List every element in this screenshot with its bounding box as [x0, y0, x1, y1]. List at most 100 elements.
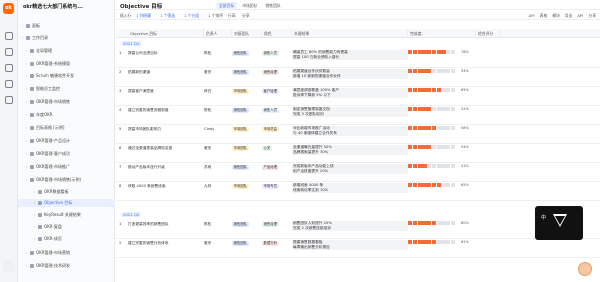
toolbar-item[interactable]: 1 个筛选 — [160, 13, 175, 19]
progress-percent: 58% — [461, 125, 469, 130]
table-row[interactable]: 2 拓展新的渠道 夏安 销售团队 销售经理 拓展渠道合作伙伴数量 新增 10 家新的渠道合作… — [116, 68, 600, 87]
progress-block — [446, 145, 451, 149]
sidebar-item[interactable]: › Scrum 敏捷软件开发 — [18, 72, 115, 80]
column-header[interactable]: 角色 — [262, 29, 292, 38]
video-preview[interactable]: 中 — [535, 206, 583, 240]
sidebar-item[interactable]: › 年度OKR — [18, 111, 115, 119]
toolbar-item[interactable]: 1 个排序 — [208, 13, 223, 19]
table-row[interactable]: 3 提高客户满意度 林白 市场团队 客户经理 满意度调查覆盖 100% 客户 投诉率下降到 … — [116, 87, 600, 106]
key-result-item[interactable]: 投诉率下降到 5% 以下 — [292, 93, 408, 98]
workspace-title[interactable]: okr精选七大部门系统与... — [23, 3, 109, 10]
folder-icon[interactable] — [5, 48, 13, 56]
people-icon[interactable] — [5, 64, 13, 72]
view-tab[interactable]: 销售团队 — [262, 2, 283, 9]
column-header[interactable]: 负责人 — [204, 29, 232, 38]
toolbar: API 表格 模块 导出 API 分享 插入行 1 列隐藏 1 个筛选 1 个分组 1 个排序 行高… — [116, 11, 600, 20]
toolbar-right-item[interactable]: 分享 — [588, 13, 596, 18]
key-result-item[interactable]: 全渠道曝光量提升 50% — [292, 145, 408, 150]
sidebar-item[interactable]: › OKR管理-系统模版 — [18, 60, 115, 68]
sidebar-item[interactable]: › 全局管理 — [18, 47, 115, 55]
sidebar-item[interactable]: › 目标表格 [示例] — [18, 124, 115, 132]
group-header[interactable]: 2021 Q2 — [116, 211, 600, 219]
objective-text[interactable]: 提高市场团队影响力 — [128, 127, 204, 132]
key-result-item[interactable]: 完成新版本产品功能上线 — [292, 164, 408, 169]
toolbar-item[interactable]: 行高 — [228, 13, 236, 19]
view-tab[interactable]: 全部目标 — [216, 2, 238, 9]
help-icon[interactable] — [2, 260, 15, 273]
sidebar-item[interactable]: › 智能员工监控 — [18, 85, 115, 93]
key-result-item[interactable]: 新增线索 4000 条 — [292, 183, 408, 188]
objective-text[interactable]: 提高客户满意度 — [128, 89, 204, 94]
column-header[interactable]: Objective 目标 — [128, 29, 204, 38]
sidebar-item[interactable]: › OKR管理-产品设计 — [18, 137, 115, 145]
toolbar-item[interactable]: 1 个分组 — [184, 13, 199, 19]
toolbar-right-item[interactable]: API — [577, 13, 583, 18]
toolbar-item[interactable]: 插入行 — [120, 13, 131, 19]
key-result-item[interactable]: 每周输出销售分析报告 — [292, 245, 408, 250]
toolbar-item[interactable]: 1 列隐藏 — [136, 13, 151, 19]
key-result-item[interactable]: 线索转化率达到 10% — [292, 188, 408, 193]
objective-text[interactable]: 通过全渠道提高品牌知名度 — [128, 146, 204, 151]
table-row[interactable]: 6 通过全渠道提高品牌知名度 夏安 市场团队 公关 全渠道曝光量提升 50% 品牌搜索量提升… — [116, 144, 600, 163]
table-row[interactable]: 7 推动产品版本迭代升级 苏雨 销售团队 产品经理 完成新版本产品功能上线 用户活跃度提升 … — [116, 163, 600, 182]
sidebar-item[interactable]: › OKR数据看板 — [18, 188, 115, 196]
sidebar-item[interactable]: › OKR管理-技术研发 — [18, 262, 115, 270]
sidebar-item[interactable]: › OKR管理-市场销售 — [18, 98, 115, 106]
key-result-item[interactable]: 品牌搜索量提升 30% — [292, 150, 408, 155]
objective-text[interactable]: 建立完善的销售分析体系 — [128, 241, 204, 246]
toolbar-right-item[interactable]: 模块 — [552, 13, 560, 18]
item-icon — [38, 190, 42, 194]
column-header[interactable]: 完成度 — [408, 29, 476, 38]
key-result-item[interactable]: 完成 3 次团队培训 — [292, 112, 408, 117]
key-result-item[interactable]: 搭建销售数据看板 — [292, 240, 408, 245]
table-row[interactable]: 5 提高市场团队影响力 Cindy 市场团队 市场总监 对比新增市场推广活动与 40 家媒… — [116, 125, 600, 144]
sidebar-item[interactable]: › OKR管理-市场营销 — [18, 249, 115, 257]
sidebar-item[interactable]: › OKR管理-市场销售(示例) — [18, 176, 115, 184]
toolbar-right-item[interactable]: 表格 — [540, 13, 548, 18]
group-header[interactable]: 2021 Q1 — [116, 40, 600, 48]
sidebar-item[interactable]: › OKR管理-客户成功 — [18, 150, 115, 158]
objective-text[interactable]: 获取 4000 条销售线索 — [128, 184, 204, 189]
objective-text[interactable]: 打造更高效率的销售团队 — [128, 222, 204, 227]
sidebar-item[interactable]: › OKR-复盘 — [18, 223, 115, 231]
table-row[interactable]: 1 提高公司业绩目标 陈松 销售团队 销售人员 确保员工 80% 的销售能力有提高 提高 1… — [116, 49, 600, 68]
app-logo[interactable]: ok — [3, 3, 14, 14]
toolbar-item[interactable]: 分享 — [242, 13, 250, 19]
key-result-item[interactable]: 销售团队人效提升 20% — [292, 221, 408, 226]
sidebar-item[interactable]: › 工作目录 — [18, 34, 115, 42]
key-result-item[interactable]: 确保员工 80% 的销售能力有提高 — [292, 50, 408, 55]
toolbar-right-item[interactable]: 导出 — [565, 13, 573, 18]
sidebar-item[interactable]: › OKR-成员 — [18, 235, 115, 243]
key-result-item[interactable]: 对比新增市场推广活动 — [292, 126, 408, 131]
table-row[interactable]: 1 打造更高效率的销售团队 陈松 销售团队 销售经理 销售团队人效提升 20% 完成 2 次… — [116, 220, 600, 239]
assistant-avatar[interactable] — [578, 262, 592, 276]
table-row[interactable]: 2 建立完善的销售分析体系 夏安 销售团队 数据分析 搭建销售数据看板 每周输出销售分析报告… — [116, 239, 600, 258]
objective-text[interactable]: 提高公司业绩目标 — [128, 51, 204, 56]
sidebar-item[interactable]: › 面板 — [18, 22, 115, 30]
home-icon[interactable] — [5, 32, 13, 40]
key-result-item[interactable]: 完成 2 次销售技能培训 — [292, 226, 408, 231]
sidebar-item[interactable]: › OKR管理-市场推广 — [18, 163, 115, 171]
view-tab[interactable]: 市场团队 — [239, 2, 260, 9]
column-header[interactable]: 关键结果 — [292, 29, 408, 38]
sidebar-item[interactable]: › KeyResult 关键结果 — [18, 211, 115, 219]
objective-text[interactable]: 推动产品版本迭代升级 — [128, 165, 204, 170]
key-result-item[interactable]: 拓展渠道合作伙伴数量 — [292, 69, 408, 74]
column-header[interactable]: 对接团队 — [232, 29, 262, 38]
key-result-item[interactable]: 与 40 家媒体建立合作关系 — [292, 131, 408, 136]
key-result-item[interactable]: 新增 10 家新的渠道合作伙伴 — [292, 74, 408, 79]
column-header[interactable]: 综合评分 — [476, 29, 500, 38]
table-row[interactable]: 8 获取 4000 条销售线索 九林 市场团队 市场专员 新增线索 4000 条线索转化率… — [116, 182, 600, 201]
objective-text[interactable]: 拓展新的渠道 — [128, 70, 204, 75]
key-result-item[interactable]: 制定销售管理制度文档 — [292, 107, 408, 112]
key-result-item[interactable]: 提高 100 万新业绩收入增长 — [292, 55, 408, 60]
key-result-item[interactable]: 用户活跃度提升 20% — [292, 169, 408, 174]
sidebar-item[interactable]: › Objective 目标 — [18, 199, 115, 207]
key-result-item[interactable]: 满意度调查覆盖 100% 客户 — [292, 88, 408, 93]
settings-icon[interactable] — [5, 96, 13, 104]
objective-text[interactable]: 建立完善的销售流程制度 — [128, 108, 204, 113]
progress-block — [446, 240, 451, 244]
toolbar-right-item[interactable]: API — [529, 13, 535, 18]
table-row[interactable]: 4 建立完善的销售流程制度 陈松 销售团队 销售人员 制定销售管理制度文档 完成 3 次团队… — [116, 106, 600, 125]
apps-icon[interactable] — [5, 80, 13, 88]
